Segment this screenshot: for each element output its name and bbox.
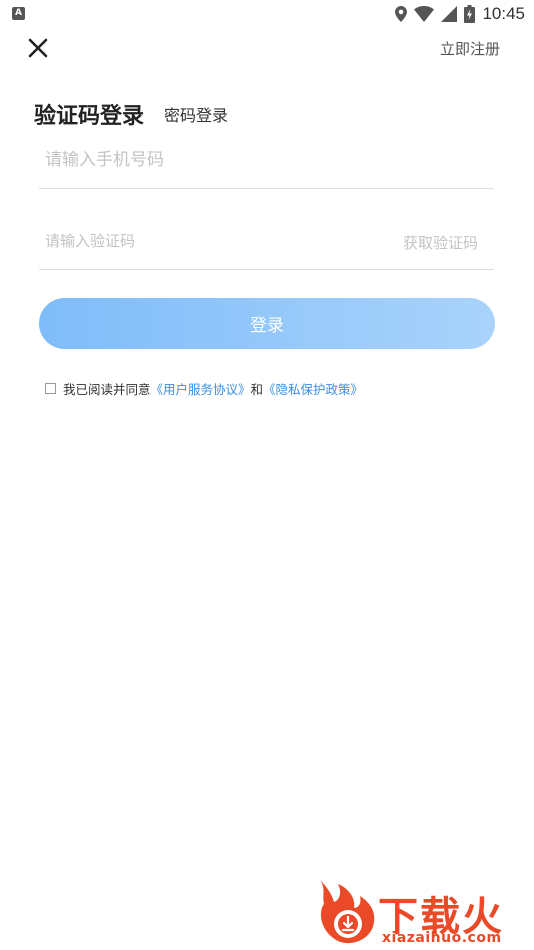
login-button[interactable]: 登录 [39,298,495,349]
close-button[interactable] [24,34,52,62]
login-screen: A 10:45 立即注册 验证码登录 密码登录 请输入手机号码 请输入验证码 获… [0,0,534,950]
tab-password-login[interactable]: 密码登录 [164,102,228,126]
get-code-button[interactable]: 获取验证码 [403,232,478,253]
phone-field [39,140,494,189]
user-agreement-link[interactable]: 《用户服务协议》 [151,379,251,398]
close-icon [28,38,48,58]
login-button-label: 登录 [250,316,284,336]
wifi-icon [414,6,435,22]
agreement-prefix: 我已阅读并同意 [63,382,151,397]
watermark-domain-text: xiazaihuo.com [382,930,502,946]
privacy-policy-link[interactable]: 《隐私保护政策》 [263,379,363,398]
watermark-logo: 下载火 xiazaihuo.com [314,878,534,950]
phone-input[interactable] [39,140,345,180]
notification-app-icon: A [12,7,25,20]
flame-logo-icon [320,880,375,944]
agreement-row: 我已阅读并同意 《用户服务协议》 和 《隐私保护政策》 [45,379,363,398]
battery-icon [464,5,476,23]
register-link[interactable]: 立即注册 [440,38,500,59]
status-bar: A 10:45 [0,0,534,28]
tab-sms-code-login[interactable]: 验证码登录 [34,98,144,130]
cellular-signal-icon [441,6,458,22]
verification-code-input[interactable] [39,222,345,260]
status-icons: 10:45 [395,3,525,25]
agreement-conjunction: 和 [250,382,264,397]
code-field: 获取验证码 [39,222,494,270]
clock-time: 10:45 [482,4,525,23]
agreement-checkbox[interactable] [45,383,56,394]
location-icon [395,6,408,22]
